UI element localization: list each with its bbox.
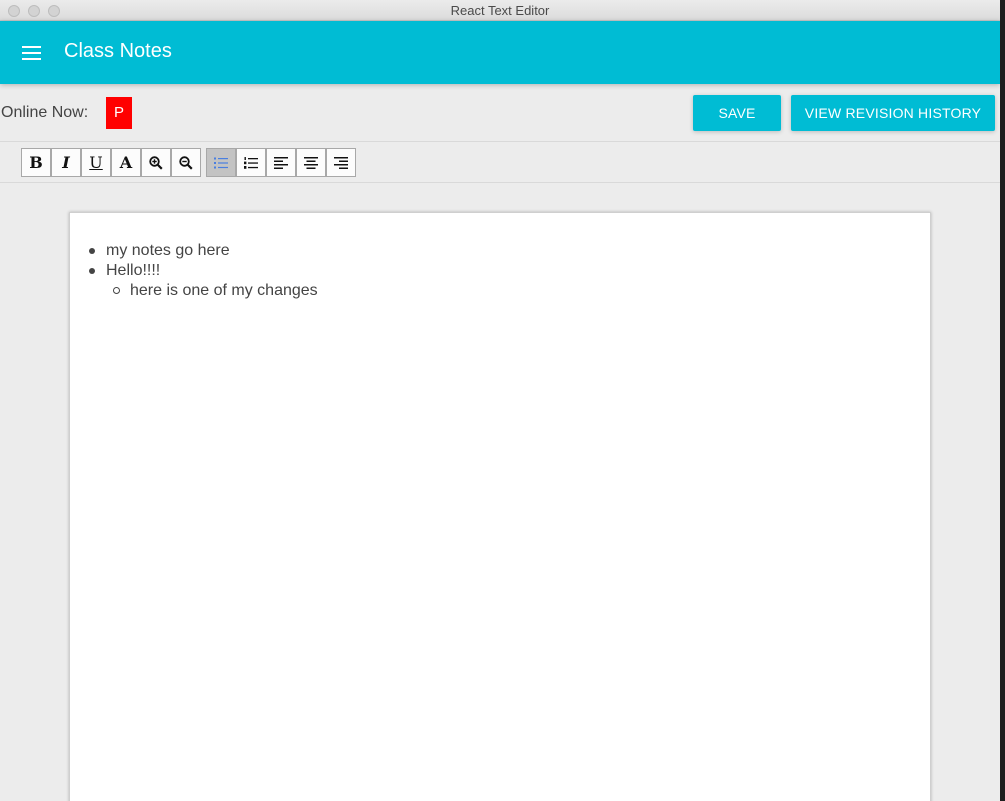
nested-bullet-list: here is one of my changes (106, 281, 318, 301)
align-left-icon (274, 156, 288, 169)
align-right-button[interactable] (326, 148, 356, 177)
underline-icon: U (89, 153, 103, 172)
bold-button[interactable]: B (21, 148, 51, 177)
view-revision-history-button[interactable]: VIEW REVISION HISTORY (791, 95, 995, 131)
bullet-icon (89, 268, 95, 274)
list-item[interactable]: my notes go here (89, 241, 318, 261)
zoom-out-icon (179, 155, 193, 170)
document-editor[interactable]: my notes go here Hello!!!! here is one o… (69, 212, 931, 801)
align-center-icon (304, 156, 318, 169)
app-window: React Text Editor Class Notes Online Now… (0, 0, 1000, 801)
hamburger-menu-icon[interactable] (22, 45, 42, 61)
zoom-out-button[interactable] (171, 148, 201, 177)
bullet-icon (89, 248, 95, 254)
align-center-button[interactable] (296, 148, 326, 177)
nested-list-item[interactable]: here is one of my changes (113, 281, 318, 301)
numbered-list-icon (244, 156, 258, 169)
online-user-avatar: P (106, 97, 132, 129)
window-title: React Text Editor (450, 3, 550, 18)
zoom-in-button[interactable] (141, 148, 171, 177)
unordered-list-button[interactable] (206, 148, 236, 177)
bold-icon: B (29, 153, 43, 172)
title-bar: React Text Editor (0, 0, 1000, 21)
bulleted-list-icon (214, 157, 228, 168)
underline-button[interactable]: U (81, 148, 111, 177)
ordered-list-button[interactable] (236, 148, 266, 177)
background-window-edge (1000, 0, 1005, 801)
bullet-list: my notes go here Hello!!!! here is one o… (89, 241, 318, 301)
align-left-button[interactable] (266, 148, 296, 177)
font-icon: A (119, 153, 133, 172)
italic-button[interactable]: I (51, 148, 81, 177)
online-now-label: Online Now: (1, 104, 89, 121)
hollow-bullet-icon (113, 287, 120, 294)
font-button[interactable]: A (111, 148, 141, 177)
list-item-text: here is one of my changes (130, 282, 318, 299)
align-right-icon (334, 156, 348, 169)
app-bar: Class Notes (0, 21, 1000, 84)
list-item-text: my notes go here (106, 242, 230, 259)
list-item-text: Hello!!!! (106, 262, 161, 279)
page-title: Class Notes (64, 40, 172, 62)
formatting-toolbar: B I U A (0, 141, 1000, 183)
italic-icon: I (62, 153, 70, 172)
save-button[interactable]: SAVE (693, 95, 781, 131)
zoom-in-icon (149, 155, 163, 170)
list-item[interactable]: Hello!!!! here is one of my changes (89, 261, 318, 301)
